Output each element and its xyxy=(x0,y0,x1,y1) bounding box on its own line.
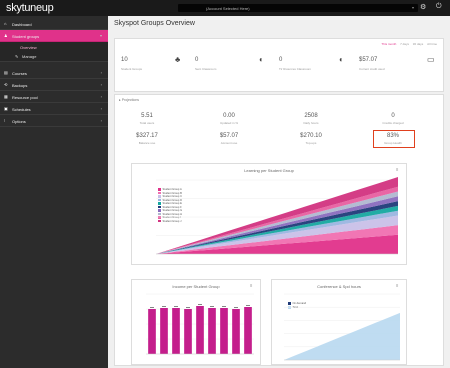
kpi-label: Credits charged xyxy=(382,121,404,125)
bar xyxy=(244,307,252,354)
kpi-value: 83% xyxy=(386,133,399,139)
kpi-label: Updated in % xyxy=(219,121,238,125)
sidebar-item-courses[interactable]: ▤ Courses › xyxy=(0,67,108,79)
bar xyxy=(208,308,216,354)
top-bar: skytuneup (Account Selected Here) ▾ ⚙ ⏻ xyxy=(0,0,450,16)
summary-label: Student Groups xyxy=(121,67,143,71)
sidebar-item-label: Resource pool xyxy=(12,94,38,100)
kpi-label: Balance use xyxy=(138,141,156,145)
summary-label: Sent Classroom xyxy=(195,67,217,71)
kpi-label: Account use xyxy=(220,141,238,145)
sidebar-item-student-groups[interactable]: ♟ Student groups ▾ xyxy=(0,30,108,42)
calendar-icon: ▣ xyxy=(4,106,8,111)
users-icon: ♟ xyxy=(4,33,8,38)
options-icon: ⁝ xyxy=(4,118,6,123)
bar xyxy=(148,309,156,354)
bar xyxy=(196,306,204,354)
kpi-value: 0 xyxy=(391,113,395,119)
sidebar-item-resource-pool[interactable]: ▦ Resource pool › xyxy=(0,91,108,103)
period-link-this-month[interactable]: This month xyxy=(381,42,396,46)
series-area xyxy=(284,312,400,360)
gear-icon[interactable]: ⚙ xyxy=(420,3,426,11)
projections-card: ▸ Projections 5.51 Total users 0.00 Upda… xyxy=(114,94,444,366)
chevron-down-icon: ▾ xyxy=(99,33,102,38)
period-selector: This month 7 days 30 days All time xyxy=(378,42,437,46)
pie-icon: ◐ xyxy=(259,55,264,64)
sidebar-item-label: Schedules xyxy=(12,106,31,112)
learning-chart xyxy=(156,177,398,255)
bar xyxy=(184,309,192,354)
summary-value: 0 xyxy=(195,57,199,63)
sidebar-subitem-manage[interactable]: ✎ Manage xyxy=(0,51,108,62)
section-label-text: Projections xyxy=(121,98,140,102)
sidebar-item-backups[interactable]: ⟲ Backups › xyxy=(0,79,108,91)
account-selector[interactable]: (Account Selected Here) ▾ xyxy=(178,4,418,12)
sidebar-item-label: Courses xyxy=(12,70,27,76)
kpi-value: $270.10 xyxy=(300,133,322,139)
bar xyxy=(220,308,228,354)
learning-chart-card: Learning per Student Group ≡ Student Gro… xyxy=(131,163,407,265)
sidebar-item-label: Options xyxy=(12,118,26,124)
pie-icon: ◐ xyxy=(339,55,344,64)
kpi-value: 0.00 xyxy=(223,113,235,119)
kpi-value: $327.17 xyxy=(136,133,158,139)
kpi-label: Total users xyxy=(139,121,155,125)
pool-icon: ▦ xyxy=(4,94,8,99)
sidebar-item-label: Dashboard xyxy=(12,21,32,27)
sidebar-item-label: Student groups xyxy=(12,33,40,39)
sidebar-item-options[interactable]: ⁝ Options › xyxy=(0,115,108,127)
home-icon: ⌂ xyxy=(4,21,7,26)
sidebar-subitem-overview[interactable]: Overview xyxy=(0,42,108,51)
app-logo[interactable]: skytuneup xyxy=(6,2,54,14)
courses-icon: ▤ xyxy=(4,70,8,75)
backup-icon: ⟲ xyxy=(4,82,8,87)
sidebar-item-schedules[interactable]: ▣ Schedules › xyxy=(0,103,108,115)
account-selector-label: (Account Selected Here) xyxy=(206,5,250,11)
hours-chart-card: Conference & Spd hours ≡ On demand Total xyxy=(271,279,407,365)
sidebar-subitem-label: Manage xyxy=(22,54,37,59)
kpi-label: Daily hours xyxy=(303,121,319,125)
period-link-all-time[interactable]: All time xyxy=(427,42,437,46)
pencil-icon: ✎ xyxy=(15,53,19,59)
bar xyxy=(172,308,180,354)
chevron-right-icon: › xyxy=(100,70,102,75)
sidebar-subitem-label: Overview xyxy=(20,44,37,50)
bar xyxy=(160,308,168,354)
main-content: Skyspot Groups Overview This month 7 day… xyxy=(108,16,450,368)
sidebar-item-dashboard[interactable]: ⌂ Dashboard xyxy=(0,18,108,30)
sidebar-item-label: Backups xyxy=(12,82,28,88)
kpi-value: $57.07 xyxy=(219,133,239,139)
chevron-right-icon: › xyxy=(100,106,102,111)
kpi-label: Top-ups xyxy=(305,141,317,145)
period-link-30-days[interactable]: 30 days xyxy=(413,42,424,46)
power-icon[interactable]: ⏻ xyxy=(436,3,442,11)
hours-chart xyxy=(284,293,400,361)
page-title: Skyspot Groups Overview xyxy=(114,20,195,27)
kpi-value: 5.51 xyxy=(141,113,153,119)
chevron-right-icon: › xyxy=(100,118,102,123)
income-chart-card: Income per Student Group ≡ xyxy=(131,279,261,365)
summary-value: 0 xyxy=(279,57,283,63)
bar xyxy=(232,309,240,354)
summary-label: Tir Rsources Classroom xyxy=(279,67,312,71)
section-label: ▸ Projections xyxy=(119,98,140,102)
kpi-value: 2508 xyxy=(304,113,318,119)
summary-value: $57.07 xyxy=(359,57,378,63)
sidebar: ⌂ Dashboard ♟ Student groups ▾ Overview … xyxy=(0,16,108,368)
income-chart xyxy=(146,293,254,355)
chevron-right-icon: › xyxy=(100,94,102,99)
summary-label: Current credit used xyxy=(359,67,385,71)
period-link-7-days[interactable]: 7 days xyxy=(400,42,409,46)
users-icon: ♣ xyxy=(175,55,181,64)
summary-card: This month 7 days 30 days All time 10 St… xyxy=(114,38,444,92)
kpi-label: Group Health xyxy=(384,141,402,145)
chevron-right-icon: › xyxy=(100,82,102,87)
summary-value: 10 xyxy=(121,57,128,63)
chevron-down-icon: ▾ xyxy=(411,5,414,10)
money-icon: ▭ xyxy=(427,55,435,64)
